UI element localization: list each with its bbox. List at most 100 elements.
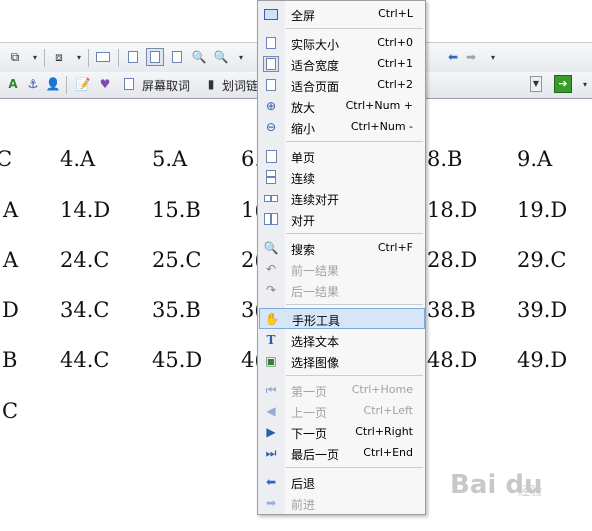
forward-arrow-icon[interactable]: ➡: [462, 48, 480, 66]
answer-cell: 4.A: [60, 147, 96, 171]
menu-item-single-page[interactable]: 单页: [259, 146, 425, 167]
chevron-down-icon[interactable]: ▼: [530, 76, 542, 92]
back-arrow-icon[interactable]: ⬅: [444, 48, 462, 66]
menu-item-shortcut: Ctrl+Home: [351, 383, 413, 396]
menu-item-next-result[interactable]: ↷ 后一结果: [259, 280, 425, 301]
menu-separator: [286, 304, 423, 305]
select-image-icon: ▣: [265, 354, 277, 368]
menu-item-previous-page[interactable]: ◀ 上一页 Ctrl+Left: [259, 401, 425, 422]
separator: [118, 49, 119, 67]
answer-cell: 19.D: [517, 198, 568, 222]
menu-item-label: 选择图像: [291, 356, 340, 370]
answer-cell: 25.C: [152, 248, 202, 272]
screen-word-icon[interactable]: [120, 75, 138, 93]
menu-item-shortcut: Ctrl+Num +: [345, 99, 413, 112]
user-icon[interactable]: 👤: [44, 75, 62, 93]
menu-item-facing[interactable]: 对开: [259, 209, 425, 230]
menu-item-label: 下一页: [291, 427, 328, 441]
screen-word-label[interactable]: 屏幕取词: [142, 77, 190, 94]
menu-item-fullscreen[interactable]: 全屏 Ctrl+L: [259, 4, 425, 25]
fit-width-icon: [263, 56, 279, 72]
menu-item-label: 适合页面: [291, 80, 340, 94]
search-icon: 🔍: [263, 241, 279, 255]
menu-item-zoom-in[interactable]: ⊕ 放大 Ctrl+Num +: [259, 96, 425, 117]
fit-page-icon[interactable]: [168, 48, 186, 66]
menu-item-label: 缩小: [291, 122, 316, 136]
menu-item-forward[interactable]: ➡ 前进: [259, 493, 425, 514]
zoom-in-icon[interactable]: 🔍: [212, 48, 230, 66]
font-a-icon[interactable]: A: [4, 75, 22, 93]
forward-arrow-icon: ➡: [265, 496, 277, 510]
menu-item-shortcut: Ctrl+Right: [355, 425, 413, 438]
answer-cell: 39.D: [517, 298, 568, 322]
single-page-icon: [263, 148, 279, 164]
previous-result-icon: ↶: [265, 262, 277, 276]
menu-item-select-image[interactable]: ▣ 选择图像: [259, 351, 425, 372]
answer-cell: 48.D: [427, 348, 478, 372]
chevron-down-icon[interactable]: ▾: [26, 48, 44, 66]
menu-item-last-page[interactable]: ⏭ 最后一页 Ctrl+End: [259, 443, 425, 464]
answer-cell: 45.D: [152, 348, 203, 372]
menu-item-previous-result[interactable]: ↶ 前一结果: [259, 259, 425, 280]
answer-cell: 34.C: [60, 298, 110, 322]
answer-cell: 44.C: [60, 348, 110, 372]
menu-item-label: 第一页: [291, 385, 328, 399]
answer-cell: 38.B: [427, 298, 476, 322]
menu-item-continuous-facing[interactable]: 连续对开: [259, 188, 425, 209]
menu-item-shortcut: Ctrl+1: [377, 57, 413, 70]
menu-item-hand-tool[interactable]: ✋ 手形工具: [259, 308, 425, 329]
answer-cell: 15.B: [152, 198, 201, 222]
previous-page-icon: ◀: [266, 404, 276, 418]
menu-item-label: 连续: [291, 172, 316, 186]
chevron-down-icon[interactable]: ▾: [70, 48, 88, 66]
menu-item-back[interactable]: ⬅ 后退: [259, 472, 425, 493]
separator: [88, 49, 89, 67]
actual-size-icon[interactable]: [124, 48, 142, 66]
answer-cell: 5.A: [152, 147, 188, 171]
answer-cell: C: [0, 147, 13, 171]
menu-item-shortcut: Ctrl+2: [377, 78, 413, 91]
note-icon[interactable]: 📝: [74, 75, 92, 93]
zoom-in-icon: ⊕: [265, 99, 277, 113]
menu-item-select-text[interactable]: T 选择文本: [259, 330, 425, 351]
zoom-out-icon: ⊖: [265, 120, 277, 134]
next-page-icon: ▶: [266, 425, 276, 439]
menu-item-label: 前进: [291, 498, 316, 512]
word-select-label[interactable]: 划词链: [222, 77, 258, 94]
separator: [66, 76, 67, 94]
layout-icon[interactable]: ⧉: [6, 48, 24, 66]
link-icon[interactable]: ♥: [96, 75, 114, 93]
anchor-icon[interactable]: ⚓: [24, 75, 42, 93]
answer-cell: 35.B: [152, 298, 201, 322]
menu-item-fit-width[interactable]: 适合宽度 Ctrl+1: [259, 54, 425, 75]
menu-item-actual-size[interactable]: 实际大小 Ctrl+0: [259, 33, 425, 54]
menu-item-first-page[interactable]: ⏮ 第一页 Ctrl+Home: [259, 380, 425, 401]
word-select-icon[interactable]: ▮: [202, 75, 220, 93]
separator: [44, 49, 45, 67]
next-result-icon: ↷: [265, 283, 277, 297]
go-arrow-icon[interactable]: ➔: [554, 75, 572, 93]
menu-item-label: 搜索: [291, 243, 316, 257]
answer-cell: D: [2, 298, 19, 322]
menu-item-shortcut: Ctrl+F: [377, 241, 413, 254]
chevron-down-icon[interactable]: ▾: [232, 48, 250, 66]
chevron-down-icon[interactable]: ▾: [576, 75, 592, 93]
menu-item-shortcut: Ctrl+Num -: [350, 120, 413, 133]
menu-separator: [286, 375, 423, 376]
menu-item-label: 适合宽度: [291, 59, 340, 73]
menu-item-label: 后一结果: [291, 285, 340, 299]
menu-item-search[interactable]: 🔍 搜索 Ctrl+F: [259, 238, 425, 259]
chevron-down-icon[interactable]: ▾: [484, 48, 502, 66]
menu-item-next-page[interactable]: ▶ 下一页 Ctrl+Right: [259, 422, 425, 443]
answer-cell: 49.D: [517, 348, 568, 372]
menu-item-continuous[interactable]: 连续: [259, 167, 425, 188]
fit-width-icon[interactable]: [146, 48, 164, 66]
hand-icon: ✋: [264, 312, 280, 326]
answer-cell: 9.A: [517, 147, 553, 171]
menu-item-zoom-out[interactable]: ⊖ 缩小 Ctrl+Num -: [259, 117, 425, 138]
continuous-facing-icon: [263, 190, 279, 206]
menu-item-fit-page[interactable]: 适合页面 Ctrl+2: [259, 75, 425, 96]
zoom-out-icon[interactable]: 🔍: [190, 48, 208, 66]
rotate-icon[interactable]: ⧈: [50, 48, 68, 66]
fullscreen-icon[interactable]: [94, 48, 112, 66]
